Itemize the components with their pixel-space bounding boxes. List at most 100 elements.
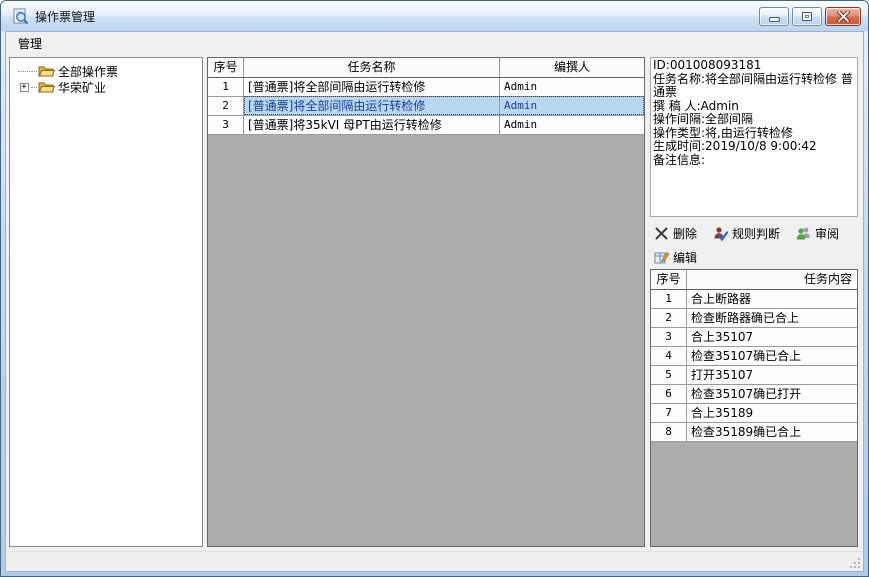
detail-line: 备注信息: [653, 154, 855, 168]
review-button[interactable]: 审阅 [794, 224, 841, 243]
cell-step-content: 检查35189确已合上 [687, 423, 857, 441]
tree-item-label: 华荣矿业 [58, 79, 106, 96]
detail-line: 操作类型:将,由运行转检修 [653, 127, 855, 141]
cell-task-name: [普通票]将全部间隔由运行转检修 [244, 97, 500, 115]
toolbar-row-1: 删除 规则判断 [652, 223, 841, 243]
detail-line: 撰 稿 人:Admin [653, 100, 855, 114]
cell-step-content: 检查断路器确已合上 [687, 309, 857, 327]
cell-step-index: 2 [651, 309, 687, 327]
tree-panel: + 全部操作票 + [9, 57, 203, 547]
app-icon [12, 8, 29, 25]
details-panel: ID:001008093181 任务名称:将全部间隔由运行转检修 普通票 撰 稿… [650, 57, 858, 217]
review-label: 审阅 [815, 225, 839, 242]
detail-line: 任务名称:将全部间隔由运行转检修 普通票 [653, 73, 855, 100]
task-table-header: 序号 任务名称 编撰人 [208, 58, 644, 78]
minimize-button[interactable] [759, 7, 789, 26]
rule-check-button[interactable]: 规则判断 [711, 224, 782, 243]
header-step-index[interactable]: 序号 [651, 270, 687, 289]
toolbar-row-2: 编辑 [652, 247, 699, 267]
edit-button[interactable]: 编辑 [652, 248, 699, 267]
titlebar: 操作票管理 [1, 1, 868, 31]
client-area: 管理 + 全部操作票 [5, 31, 864, 572]
cell-task-name: [普通票]将全部间隔由运行转检修 [244, 78, 500, 96]
cell-step-index: 4 [651, 347, 687, 365]
status-bar [6, 551, 863, 571]
minimize-icon [769, 17, 780, 22]
header-task-name[interactable]: 任务名称 [244, 58, 500, 77]
close-icon [837, 11, 850, 22]
content-table-header: 序号 任务内容 [651, 270, 857, 290]
task-row[interactable]: 3 [普通票]将35kVⅠ 母PT由运行转检修 Admin [208, 116, 644, 135]
delete-button[interactable]: 删除 [652, 224, 699, 243]
cell-index: 2 [208, 97, 244, 115]
app-window: 操作票管理 管理 + [0, 0, 869, 577]
detail-line: 操作间隔:全部间隔 [653, 113, 855, 127]
cell-step-content: 检查35107确已打开 [687, 385, 857, 403]
edit-label: 编辑 [673, 249, 697, 266]
tree-item[interactable]: + 华荣矿业 [10, 79, 202, 95]
tree-expander-slot: + [17, 83, 31, 92]
content-row[interactable]: 8 检查35189确已合上 [651, 423, 857, 442]
folder-icon [38, 80, 55, 94]
cell-author: Admin [500, 116, 644, 134]
detail-line: ID:001008093181 [653, 59, 855, 73]
menu-item-manage[interactable]: 管理 [10, 32, 50, 55]
header-author[interactable]: 编撰人 [500, 58, 644, 77]
cell-index: 1 [208, 78, 244, 96]
main-region: + 全部操作票 + [6, 54, 863, 551]
cell-step-index: 8 [651, 423, 687, 441]
task-table: 序号 任务名称 编撰人 1 [普通票]将全部间隔由运行转检修 Admin [207, 57, 645, 547]
window-title: 操作票管理 [35, 8, 95, 25]
cell-step-index: 3 [651, 328, 687, 346]
tree-connector [18, 71, 30, 72]
expand-plus-icon[interactable]: + [20, 83, 29, 92]
content-row[interactable]: 1 合上断路器 [651, 290, 857, 309]
right-panel: ID:001008093181 任务名称:将全部间隔由运行转检修 普通票 撰 稿… [650, 57, 858, 547]
resize-grip[interactable] [849, 557, 861, 569]
cell-index: 3 [208, 116, 244, 134]
review-icon [796, 226, 811, 241]
window-controls [759, 7, 861, 26]
cell-step-index: 7 [651, 404, 687, 422]
menubar: 管理 [6, 32, 863, 54]
tree-expander-slot: + [17, 71, 31, 72]
rule-check-label: 规则判断 [732, 225, 780, 242]
folder-icon [38, 64, 55, 78]
task-row[interactable]: 2 [普通票]将全部间隔由运行转检修 Admin [208, 97, 644, 116]
cell-step-content: 打开35107 [687, 366, 857, 384]
task-table-body: 1 [普通票]将全部间隔由运行转检修 Admin 2 [普通票]将全部间隔由运行… [208, 78, 644, 135]
edit-icon [654, 250, 669, 265]
content-row[interactable]: 3 合上35107 [651, 328, 857, 347]
cell-step-content: 合上35189 [687, 404, 857, 422]
cell-step-content: 合上断路器 [687, 290, 857, 308]
content-row[interactable]: 5 打开35107 [651, 366, 857, 385]
maximize-icon [802, 12, 812, 21]
cell-step-index: 6 [651, 385, 687, 403]
content-row[interactable]: 7 合上35189 [651, 404, 857, 423]
cell-step-content: 检查35107确已合上 [687, 347, 857, 365]
maximize-button[interactable] [792, 7, 822, 26]
tree-item[interactable]: + 全部操作票 [10, 63, 202, 79]
rule-check-icon [713, 226, 728, 241]
content-row[interactable]: 4 检查35107确已合上 [651, 347, 857, 366]
header-index[interactable]: 序号 [208, 58, 244, 77]
task-row[interactable]: 1 [普通票]将全部间隔由运行转检修 Admin [208, 78, 644, 97]
content-row[interactable]: 6 检查35107确已打开 [651, 385, 857, 404]
cell-task-name: [普通票]将35kVⅠ 母PT由运行转检修 [244, 116, 500, 134]
cell-author: Admin [500, 78, 644, 96]
cell-step-index: 1 [651, 290, 687, 308]
delete-label: 删除 [673, 225, 697, 242]
cell-author: Admin [500, 97, 644, 115]
close-button[interactable] [825, 7, 861, 26]
tree-item-label: 全部操作票 [58, 63, 118, 80]
content-table: 序号 任务内容 1 合上断路器 2 检查 [650, 269, 858, 547]
content-table-body: 1 合上断路器 2 检查断路器确已合上 3 合上35107 [651, 290, 857, 442]
detail-line: 生成时间:2019/10/8 9:00:42 [653, 140, 855, 154]
content-row[interactable]: 2 检查断路器确已合上 [651, 309, 857, 328]
delete-icon [654, 226, 669, 241]
header-step-content[interactable]: 任务内容 [687, 270, 857, 289]
tree-connector-dash [31, 71, 37, 72]
cell-step-index: 5 [651, 366, 687, 384]
tree-connector-dash [31, 87, 37, 88]
cell-step-content: 合上35107 [687, 328, 857, 346]
